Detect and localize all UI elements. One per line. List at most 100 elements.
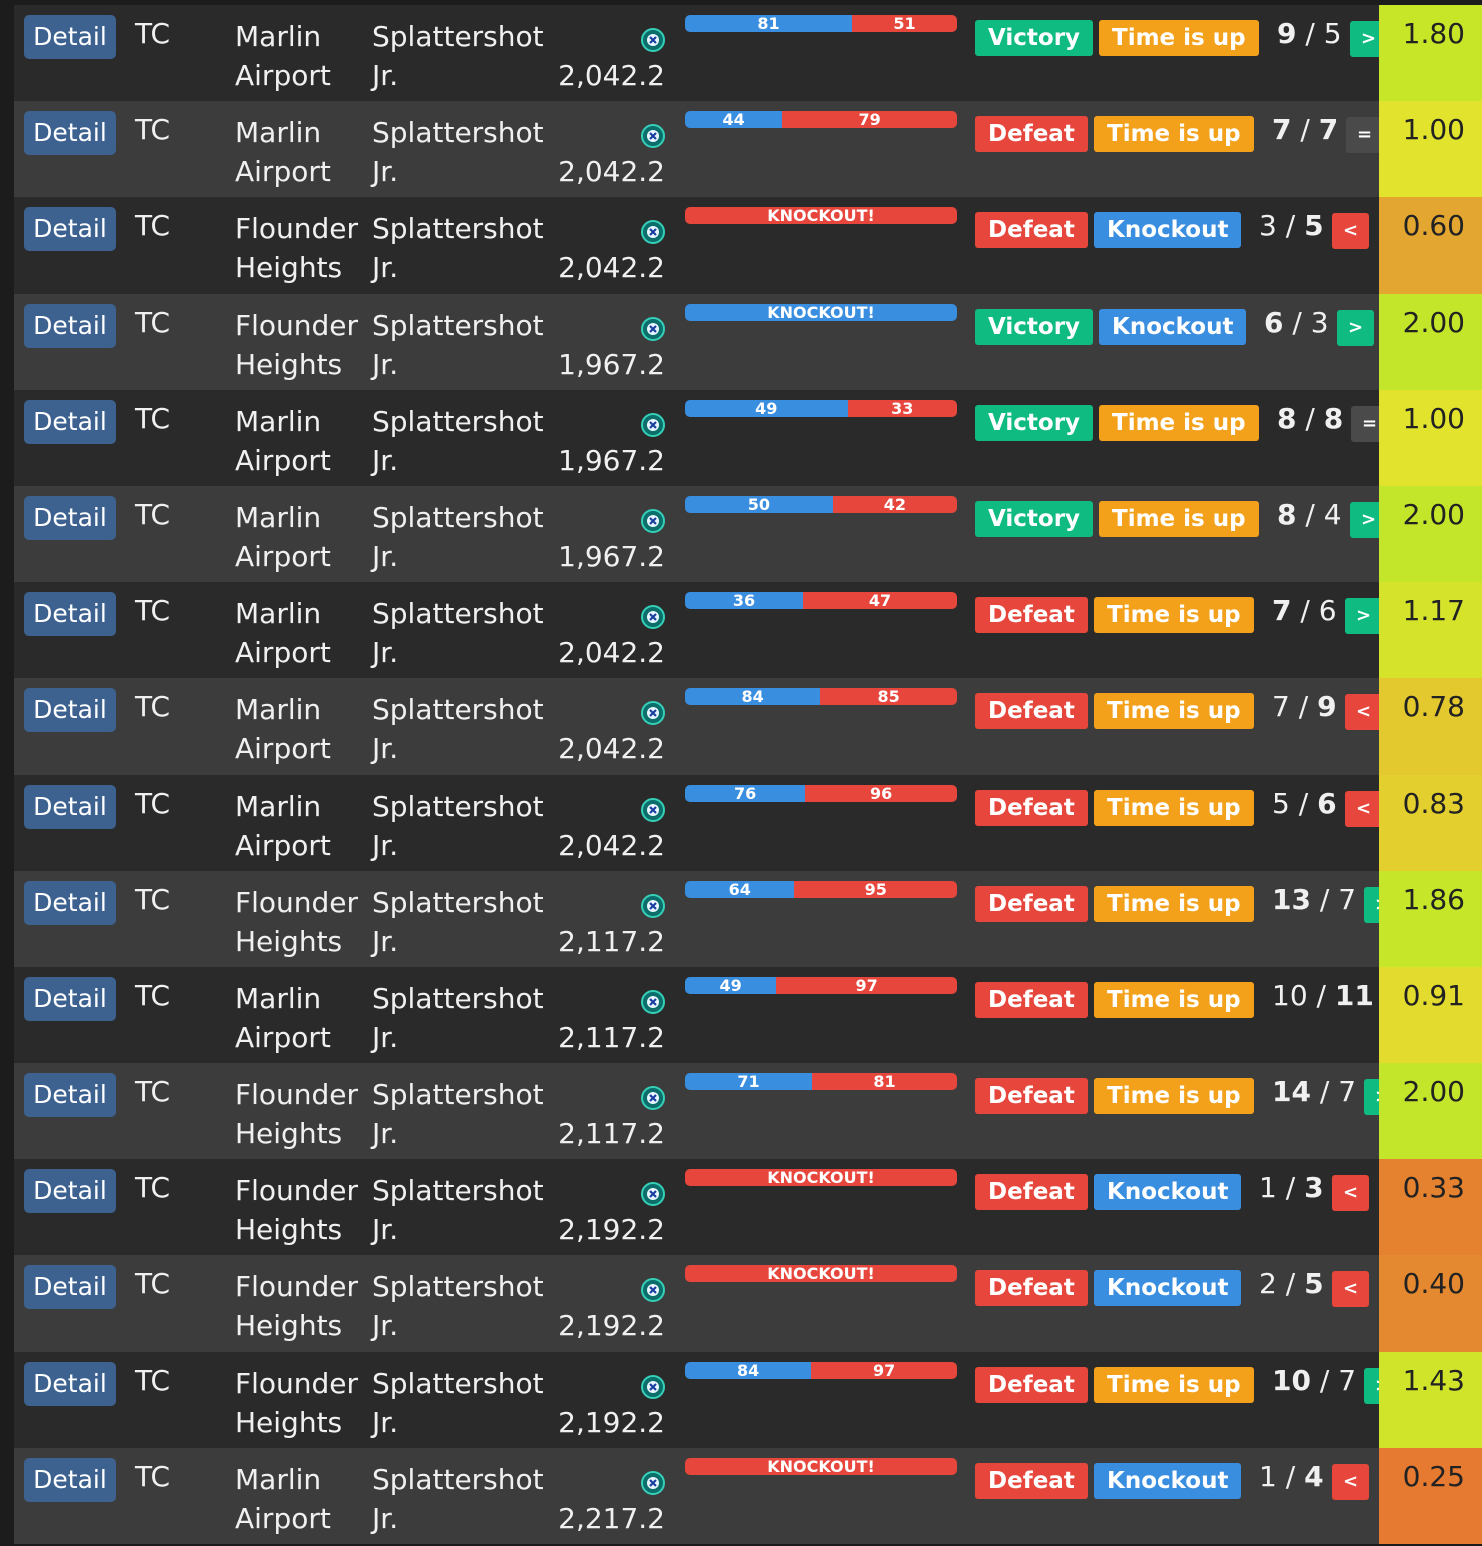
ink-alpha-segment: 84: [685, 1361, 812, 1379]
weapon-name-line2: Jr.: [372, 251, 399, 285]
weapon-name-line2: Jr.: [372, 155, 399, 189]
battle-row: Detail TC Marlin Airport Splattershot Jr…: [14, 5, 1482, 102]
stage-name: Marlin Airport: [235, 594, 331, 672]
detail-button[interactable]: Detail: [24, 399, 116, 444]
power-value: 2,217.2: [558, 1501, 665, 1535]
weapon-name: Splattershot Jr.: [372, 690, 544, 768]
power-value: 2,042.2: [558, 828, 665, 862]
mode-label: TC: [135, 1075, 171, 1109]
weapon-name-line2: Jr.: [372, 443, 399, 477]
weapon-name: Splattershot Jr.: [372, 594, 544, 672]
weapon-name: Splattershot Jr.: [372, 883, 544, 961]
weapon-name-line2: Jr.: [372, 59, 399, 92]
ink-alpha-value: 49: [755, 399, 778, 417]
end-reason-badge: Knockout: [1099, 308, 1247, 345]
kills-value: 2: [1259, 1267, 1277, 1301]
special-weapon-icon: [640, 1181, 666, 1211]
ink-bar: 84 97: [685, 1361, 957, 1379]
kill-death: 7 / 6: [1272, 594, 1337, 627]
end-reason-badge: Knockout: [1094, 1270, 1242, 1307]
ink-bravo-segment: 96: [805, 784, 957, 802]
ink-alpha-value: 81: [757, 15, 780, 32]
kd-compare-badge: <: [1332, 1175, 1369, 1212]
special-weapon-icon: [640, 797, 666, 827]
stage-name-line2: Heights: [235, 1213, 343, 1247]
ink-bar: KNOCKOUT!: [685, 1169, 957, 1187]
power-value: 2,117.2: [558, 1117, 665, 1151]
kd-ratio: 1.00: [1379, 389, 1482, 486]
special-weapon-icon: [640, 1470, 666, 1500]
detail-button[interactable]: Detail: [24, 207, 116, 252]
ink-bar: KNOCKOUT!: [685, 1457, 957, 1475]
battle-row: Detail TC Marlin Airport Splattershot Jr…: [14, 101, 1482, 198]
detail-button[interactable]: Detail: [24, 688, 116, 733]
ink-bravo-value: 47: [868, 592, 892, 610]
weapon-name-line2: Jr.: [372, 347, 399, 381]
stage-name-line2: Airport: [235, 443, 331, 477]
ink-alpha-value: 36: [732, 592, 756, 610]
result-badge: Defeat: [975, 693, 1088, 730]
detail-button[interactable]: Detail: [24, 976, 116, 1021]
weapon-name-line1: Splattershot: [372, 404, 544, 438]
stage-name-line2: Heights: [235, 924, 343, 958]
ink-bar: 71 81: [685, 1073, 957, 1091]
detail-button[interactable]: Detail: [24, 111, 116, 156]
weapon-name-line2: Jr.: [372, 636, 399, 670]
detail-button[interactable]: Detail: [24, 1457, 116, 1502]
kd-separator: /: [1276, 209, 1305, 243]
weapon-name: Splattershot Jr.: [372, 113, 544, 191]
kills-value: 7: [1272, 113, 1292, 147]
detail-button[interactable]: Detail: [24, 1265, 116, 1310]
kd-ratio: 0.83: [1379, 774, 1482, 871]
detail-button[interactable]: Detail: [24, 592, 116, 637]
special-weapon-icon: [640, 893, 666, 923]
detail-button[interactable]: Detail: [24, 303, 116, 348]
deaths-value: 7: [1338, 882, 1357, 916]
detail-button[interactable]: Detail: [24, 15, 116, 59]
mode-label: TC: [135, 786, 171, 820]
ink-bravo-segment: 97: [811, 1361, 957, 1379]
ink-bravo-value: 97: [872, 1361, 896, 1379]
stage-name-line2: Airport: [235, 828, 331, 862]
mode-label: TC: [135, 1171, 171, 1205]
weapon-name-line1: Splattershot: [372, 212, 544, 246]
mode-label: TC: [135, 978, 171, 1012]
kill-death: 7 / 7: [1272, 113, 1338, 146]
detail-button[interactable]: Detail: [24, 1073, 116, 1118]
weapon-name-line2: Jr.: [372, 1309, 399, 1343]
deaths-value: 11: [1334, 978, 1374, 1012]
weapon-name-line1: Splattershot: [372, 885, 544, 919]
kd-compare-badge: <: [1332, 213, 1369, 250]
result-badge: Defeat: [975, 116, 1088, 153]
battle-row: Detail TC Flounder Heights Splattershot …: [14, 1159, 1482, 1256]
special-weapon-icon: [640, 508, 666, 538]
result-badge: Defeat: [975, 1270, 1088, 1307]
knockout-label: KNOCKOUT!: [767, 1169, 875, 1187]
result-badge: Defeat: [975, 1462, 1088, 1499]
kd-compare-badge: <: [1345, 790, 1382, 827]
ink-bravo-value: 81: [873, 1073, 896, 1091]
stage-name: Marlin Airport: [235, 402, 331, 480]
detail-button[interactable]: Detail: [24, 1169, 116, 1214]
weapon-name-line1: Splattershot: [372, 981, 544, 1015]
stage-name-line1: Flounder: [235, 885, 359, 919]
stage-name-line2: Heights: [235, 347, 343, 381]
weapon-name-line1: Splattershot: [372, 116, 544, 150]
battle-row: Detail TC Marlin Airport Splattershot Jr…: [14, 774, 1482, 871]
detail-button[interactable]: Detail: [24, 880, 116, 925]
detail-button[interactable]: Detail: [24, 784, 116, 829]
deaths-value: 5: [1323, 17, 1342, 50]
result-badge: Defeat: [975, 1078, 1088, 1115]
mode-label: TC: [135, 882, 171, 916]
ink-alpha-value: 64: [728, 880, 751, 898]
ink-alpha-segment: 49: [685, 399, 848, 417]
deaths-value: 6: [1317, 786, 1337, 820]
stage-name-line2: Airport: [235, 732, 331, 766]
power-value: 1,967.2: [558, 347, 665, 381]
weapon-name-line1: Splattershot: [372, 1078, 544, 1112]
battle-row: Detail TC Flounder Heights Splattershot …: [14, 1063, 1482, 1160]
detail-button[interactable]: Detail: [24, 495, 116, 540]
detail-button[interactable]: Detail: [24, 1361, 116, 1406]
stage-name-line1: Marlin: [235, 404, 322, 438]
kills-value: 13: [1272, 882, 1311, 916]
